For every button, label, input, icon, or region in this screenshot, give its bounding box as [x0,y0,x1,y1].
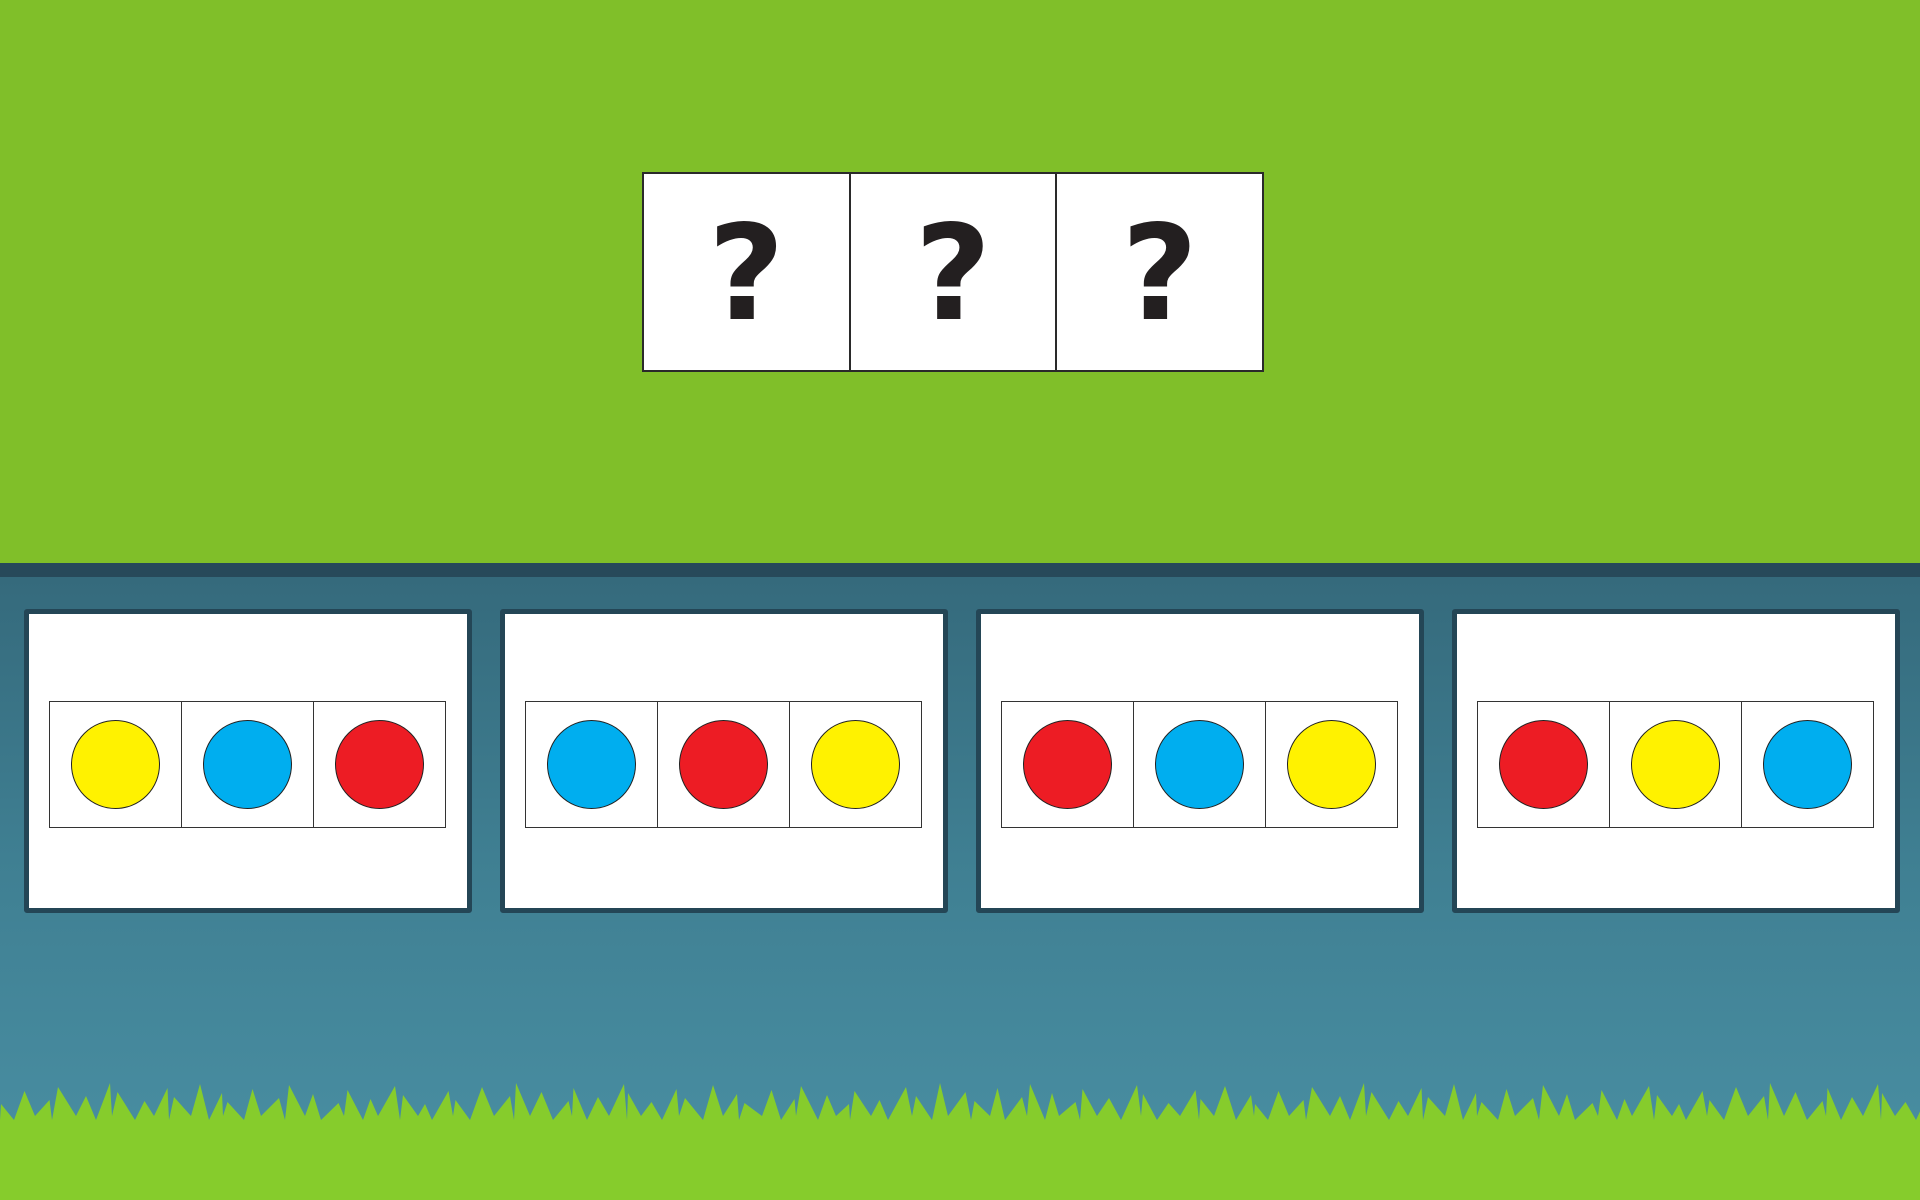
question-cell-2: ? [851,174,1058,370]
question-mark: ? [914,197,992,351]
option-strip [1001,701,1398,828]
option-cell [1134,702,1266,827]
answer-option-1[interactable] [24,609,472,913]
blue-circle [547,720,636,809]
option-cell [1610,702,1742,827]
yellow-circle [1631,720,1720,809]
yellow-circle [71,720,160,809]
red-circle [1499,720,1588,809]
question-cell-3: ? [1057,174,1262,370]
option-strip [1477,701,1874,828]
red-circle [679,720,768,809]
panel-divider [0,563,1920,577]
option-strip [49,701,446,828]
option-cell [182,702,314,827]
option-cell [658,702,790,827]
option-cell [314,702,445,827]
red-circle [1023,720,1112,809]
question-strip: ? ? ? [642,172,1264,372]
option-strip [525,701,922,828]
yellow-circle [811,720,900,809]
red-circle [335,720,424,809]
option-cell [1266,702,1397,827]
option-cell [790,702,921,827]
option-cell [1742,702,1873,827]
blue-circle [203,720,292,809]
blue-circle [1763,720,1852,809]
answer-option-2[interactable] [500,609,948,913]
grass-decoration [0,1083,1920,1200]
option-cell [1002,702,1134,827]
question-mark: ? [708,197,785,351]
question-cell-1: ? [644,174,851,370]
yellow-circle [1287,720,1376,809]
answer-option-4[interactable] [1452,609,1900,913]
question-mark: ? [1121,197,1198,351]
blue-circle [1155,720,1244,809]
option-cell [50,702,182,827]
option-cell [526,702,658,827]
answer-option-3[interactable] [976,609,1424,913]
option-cell [1478,702,1610,827]
